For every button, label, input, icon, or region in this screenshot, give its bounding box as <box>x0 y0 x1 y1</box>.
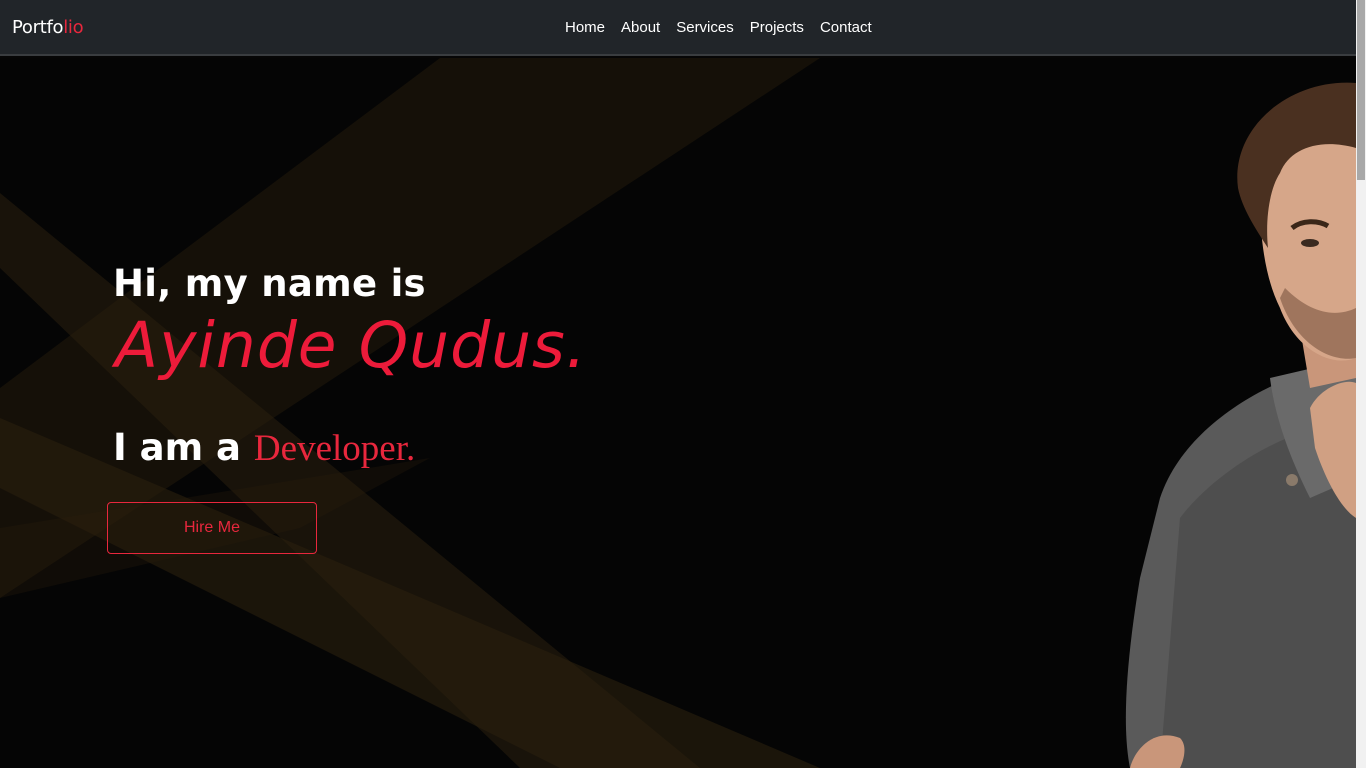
hire-me-button[interactable]: Hire Me <box>107 502 317 554</box>
role-typed-text: Developer. <box>253 428 416 469</box>
nav-links: Home About Services Projects Contact <box>565 19 872 36</box>
nav-link-services[interactable]: Services <box>676 19 734 36</box>
nav-link-contact[interactable]: Contact <box>820 19 872 36</box>
brand-accent-text: lio <box>63 17 84 38</box>
nav-link-home[interactable]: Home <box>565 19 605 36</box>
hero-role: I am a Developer. <box>113 426 415 470</box>
navbar: Portfolio Home About Services Projects C… <box>0 0 1356 56</box>
brand-logo[interactable]: Portfolio <box>12 17 84 38</box>
hero-greeting: Hi, my name is <box>113 262 426 305</box>
brand-text: Portfo <box>12 17 64 38</box>
sweater-button <box>1286 474 1298 486</box>
scrollbar-thumb[interactable] <box>1357 0 1365 180</box>
portrait-image <box>1125 82 1356 768</box>
hero-section: Hi, my name is Ayinde Qudus. I am a Deve… <box>0 58 1356 768</box>
nav-link-projects[interactable]: Projects <box>750 19 804 36</box>
scrollbar[interactable] <box>1356 0 1366 768</box>
hero-name: Ayinde Qudus. <box>115 309 587 382</box>
role-prefix: I am a <box>113 426 242 469</box>
nav-link-about[interactable]: About <box>621 19 660 36</box>
